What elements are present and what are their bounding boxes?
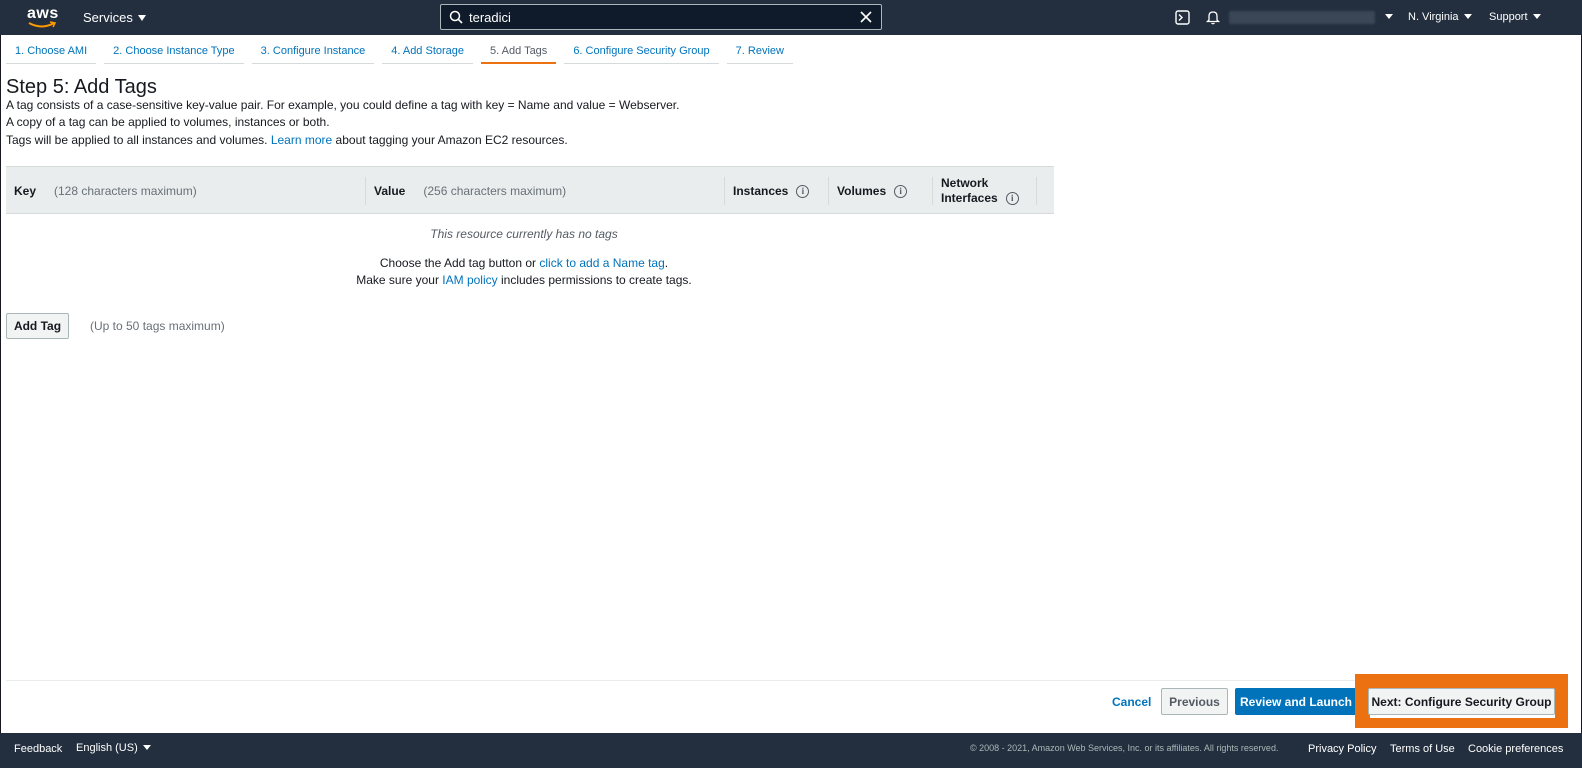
description-text: about tagging your Amazon EC2 resources. [335,133,568,147]
privacy-policy-link[interactable]: Privacy Policy [1308,743,1376,755]
cloudshell-icon[interactable] [1175,10,1190,25]
support-menu[interactable]: Support [1489,11,1541,23]
chevron-down-icon [137,15,146,21]
feedback-link[interactable]: Feedback [14,743,62,755]
iam-policy-link[interactable]: IAM policy [442,273,497,287]
page-title: Step 5: Add Tags [6,76,157,98]
column-divider [365,177,366,205]
services-label: Services [83,10,133,25]
tab-configure-security-group[interactable]: 6. Configure Security Group [564,40,719,64]
key-header-hint: (128 characters maximum) [54,184,197,198]
actions-divider [6,680,1568,681]
aws-logo-text: aws [27,5,59,22]
description-line: Tags will be applied to all instances an… [6,133,568,147]
empty-tags-message: This resource currently has no tags [430,227,618,241]
chevron-down-icon [1532,14,1541,19]
info-icon[interactable]: i [1005,192,1019,205]
review-and-launch-button[interactable]: Review and Launch [1235,688,1357,715]
tab-configure-instance[interactable]: 3. Configure Instance [251,40,375,64]
bell-icon[interactable] [1205,9,1221,25]
region-selector[interactable]: N. Virginia [1408,11,1472,23]
add-tag-button[interactable]: Add Tag [6,313,69,339]
choose-text-end: . [664,256,669,270]
learn-more-link[interactable]: Learn more [271,133,332,147]
wizard-steps: 1. Choose AMI 2. Choose Instance Type 3.… [6,40,801,64]
add-tag-hint: (Up to 50 tags maximum) [90,319,225,333]
language-selector[interactable]: English (US) [76,742,151,754]
aws-smile-icon [28,21,56,28]
region-label: N. Virginia [1408,11,1459,23]
network-header-line: Network [941,176,989,190]
tab-choose-instance-type[interactable]: 2. Choose Instance Type [104,40,244,64]
info-icon[interactable]: i [894,184,908,198]
key-header-label: Key [14,184,37,198]
volumes-column-header: Volumes i [837,167,937,215]
account-menu[interactable] [1229,11,1375,24]
support-label: Support [1489,11,1528,23]
instances-column-header: Instances i [733,167,833,215]
network-header-label: Network Interfaces [941,176,998,206]
tab-add-storage[interactable]: 4. Add Storage [382,40,474,64]
chevron-down-icon [1463,14,1472,19]
chevron-down-icon[interactable] [1385,14,1393,19]
iam-policy-text: Make sure your IAM policy includes permi… [0,273,1048,287]
tab-add-tags[interactable]: 5. Add Tags [481,40,557,64]
network-header-line: Interfaces [941,191,998,205]
column-divider [828,177,829,205]
tags-table-header: Key (128 characters maximum) Value (256 … [6,166,1054,214]
footer: Feedback English (US) © 2008 - 2021, Ama… [0,733,1582,768]
value-header-label: Value [374,184,406,198]
services-menu[interactable]: Services [83,10,146,25]
cancel-button[interactable]: Cancel [1112,695,1151,709]
tab-review[interactable]: 7. Review [726,40,793,64]
choose-add-tag-text: Choose the Add tag button or click to ad… [0,256,1048,270]
ensure-text: Make sure your [356,273,439,287]
description-line: A copy of a tag can be applied to volume… [6,115,330,129]
volumes-header-label: Volumes [837,184,887,198]
column-divider [1036,177,1037,205]
previous-button[interactable]: Previous [1161,688,1228,715]
column-divider [724,177,725,205]
value-column-header: Value (256 characters maximum) [374,167,724,215]
add-name-tag-link[interactable]: click to add a Name tag [539,256,664,270]
column-divider [932,177,933,205]
ensure-text-end: includes permissions to create tags. [500,273,692,287]
close-icon[interactable] [859,10,873,24]
next-configure-security-group-button[interactable]: Next: Configure Security Group [1368,688,1555,715]
description-text: Tags will be applied to all instances an… [6,133,268,147]
top-navigation: aws Services N. Virginia Support [0,0,1582,35]
copyright-text: © 2008 - 2021, Amazon Web Services, Inc.… [970,743,1279,753]
instances-header-label: Instances [733,184,789,198]
search-icon [449,10,463,24]
key-column-header: Key (128 characters maximum) [14,167,364,215]
value-header-hint: (256 characters maximum) [423,184,567,198]
search-input[interactable] [469,8,849,26]
choose-text: Choose the Add tag button or [379,256,537,270]
aws-logo[interactable]: aws [27,5,59,30]
language-label: English (US) [76,742,138,754]
tab-choose-ami[interactable]: 1. Choose AMI [6,40,97,64]
network-interfaces-column-header: Network Interfaces i [941,167,1036,215]
terms-of-use-link[interactable]: Terms of Use [1390,743,1455,755]
chevron-down-icon [142,745,151,750]
info-icon[interactable]: i [796,184,810,198]
cookie-preferences-link[interactable]: Cookie preferences [1468,743,1563,755]
description-line: A tag consists of a case-sensitive key-v… [6,98,680,112]
search-box [440,4,882,30]
